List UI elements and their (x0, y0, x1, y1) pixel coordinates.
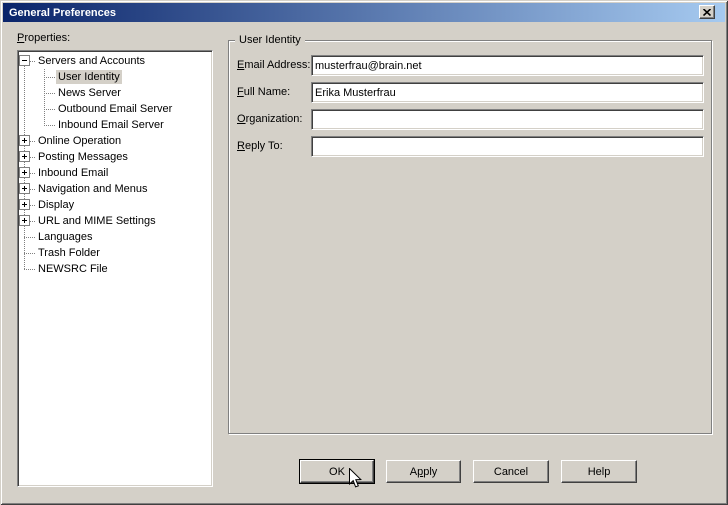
tree-item-navigation-and-menus[interactable]: Navigation and Menus (18, 181, 212, 197)
tree-item-outbound-email-server[interactable]: Outbound Email Server (18, 101, 212, 117)
tree-item-display[interactable]: Display (18, 197, 212, 213)
tree-connector-dots (30, 141, 35, 142)
tree-item-label: Posting Messages (38, 151, 128, 163)
expand-plus-icon[interactable] (19, 135, 30, 146)
tree-item-label: Trash Folder (38, 247, 100, 259)
apply-button[interactable]: Ap ply (386, 460, 461, 483)
default-button-ring: OK (299, 459, 375, 484)
tree-item-url-and-mime-settings[interactable]: URL and MIME Settings (18, 213, 212, 229)
groupbox-title: User Identity (235, 33, 305, 47)
tree-connector-dots (24, 237, 35, 238)
expand-plus-icon[interactable] (19, 183, 30, 194)
organization-field[interactable] (311, 109, 704, 130)
properties-label: Properties: (17, 32, 71, 44)
ok-button[interactable]: OK (300, 460, 374, 483)
email-address-field[interactable] (311, 55, 704, 76)
tree-item-label: Languages (38, 231, 93, 243)
full-name-label: Full Name: (237, 86, 291, 98)
tree-connector-dots (44, 125, 55, 126)
tree-item-label: Outbound Email Server (58, 103, 173, 115)
window-title: General Preferences (9, 6, 117, 19)
tree-item-label: NEWSRC File (38, 263, 108, 275)
tree-connector-dots (30, 221, 35, 222)
organization-label: Organization: (237, 113, 303, 125)
tree-item-label: URL and MIME Settings (38, 215, 156, 227)
tree-item-online-operation[interactable]: Online Operation (18, 133, 212, 149)
expand-plus-icon[interactable] (19, 199, 30, 210)
reply-to-field[interactable] (311, 136, 704, 157)
tree-item-news-server[interactable]: News Server (18, 85, 212, 101)
tree-connector-dots (44, 109, 55, 110)
tree-connector-dots (30, 157, 35, 158)
full-name-field[interactable] (311, 82, 704, 103)
tree-item-label: Display (38, 199, 75, 211)
tree-item-languages[interactable]: Languages (18, 229, 212, 245)
tree-item-label: News Server (58, 87, 121, 99)
tree-connector-dots (44, 77, 55, 78)
tree-connector-dots (30, 189, 35, 190)
user-identity-groupbox: User Identity Email Address: Full Name: Or… (228, 33, 712, 434)
email-address-label: Email Address: (237, 59, 311, 71)
help-button[interactable]: Help (561, 460, 637, 483)
expand-plus-icon[interactable] (19, 215, 30, 226)
tree-connector-dots (44, 93, 55, 94)
tree-item-label: Inbound Email Server (58, 119, 164, 131)
properties-tree[interactable]: Servers and Accounts User Identity News Se… (17, 50, 213, 487)
tree-connector-dots (30, 61, 35, 62)
close-button[interactable] (699, 5, 715, 19)
collapse-minus-icon[interactable] (19, 55, 30, 66)
titlebar[interactable]: General Preferences (3, 3, 725, 22)
tree-item-newsrc-file[interactable]: NEWSRC File (18, 261, 212, 277)
reply-to-label: Reply To: (237, 140, 283, 152)
tree-item-user-identity[interactable]: User Identity (18, 69, 212, 85)
tree-item-label: Online Operation (38, 135, 122, 147)
tree-connector-dots (24, 269, 35, 270)
tree-item-label: Inbound Email (38, 167, 109, 179)
tree-item-servers-and-accounts[interactable]: Servers and Accounts (18, 53, 212, 69)
tree-item-posting-messages[interactable]: Posting Messages (18, 149, 212, 165)
tree-item-trash-folder[interactable]: Trash Folder (18, 245, 212, 261)
close-icon (703, 8, 711, 16)
tree-item-label: Navigation and Menus (38, 183, 148, 195)
general-preferences-dialog: General Preferences Properties: Servers … (0, 0, 728, 505)
cancel-button[interactable]: Cancel (473, 460, 549, 483)
expand-plus-icon[interactable] (19, 151, 30, 162)
tree-connector-dots (24, 253, 35, 254)
tree-item-label: User Identity (56, 70, 122, 84)
tree-item-label: Servers and Accounts (38, 55, 146, 67)
expand-plus-icon[interactable] (19, 167, 30, 178)
tree-connector-dots (30, 205, 35, 206)
tree-connector-dots (30, 173, 35, 174)
tree-item-inbound-email-server[interactable]: Inbound Email Server (18, 117, 212, 133)
tree-item-inbound-email[interactable]: Inbound Email (18, 165, 212, 181)
